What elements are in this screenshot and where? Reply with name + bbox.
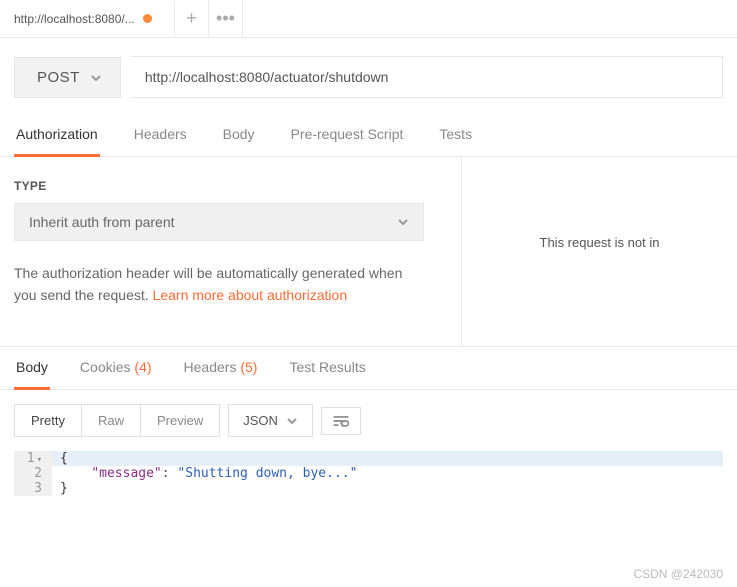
http-method-select[interactable]: POST [14, 57, 121, 98]
tab-authorization[interactable]: Authorization [14, 116, 100, 157]
raw-button[interactable]: Raw [81, 405, 140, 436]
code-value: "Shutting down, bye..." [177, 466, 357, 481]
view-mode-group: Pretty Raw Preview [14, 404, 220, 437]
resp-tab-cookies-label: Cookies [80, 359, 131, 375]
request-section-tabs: Authorization Headers Body Pre-request S… [0, 116, 737, 157]
auth-type-selected: Inherit auth from parent [29, 214, 175, 230]
tab-body[interactable]: Body [221, 116, 257, 157]
resp-tab-headers-label: Headers [184, 359, 237, 375]
tab-tests[interactable]: Tests [437, 116, 474, 157]
code-colon: : [162, 466, 178, 481]
code-brace-close: } [60, 481, 68, 496]
chevron-down-icon [90, 71, 102, 83]
wrap-icon [332, 414, 350, 428]
response-toolbar: Pretty Raw Preview JSON [0, 390, 737, 451]
resp-tab-cookies[interactable]: Cookies (4) [78, 347, 154, 390]
chevron-down-icon [286, 415, 298, 427]
resp-tab-body[interactable]: Body [14, 347, 50, 390]
auth-left-pane: TYPE Inherit auth from parent The author… [0, 157, 462, 346]
tab-options-button[interactable]: ••• [209, 0, 243, 37]
auth-type-label: TYPE [14, 179, 447, 193]
unsaved-dot-icon [143, 14, 152, 23]
cookies-count: (4) [134, 359, 151, 375]
code-brace-open: { [60, 451, 68, 466]
preview-button[interactable]: Preview [140, 405, 219, 436]
auth-panel: TYPE Inherit auth from parent The author… [0, 157, 737, 346]
request-tab-label: http://localhost:8080/... [14, 12, 135, 26]
auth-description: The authorization header will be automat… [14, 263, 424, 306]
format-select[interactable]: JSON [228, 404, 313, 437]
collection-hint: This request is not in [540, 235, 660, 250]
fold-icon[interactable]: ▾ [37, 455, 42, 465]
request-tab[interactable]: http://localhost:8080/... [0, 2, 175, 36]
auth-right-pane: This request is not in [462, 157, 737, 346]
watermark: CSDN @242030 [633, 567, 723, 581]
url-input[interactable] [131, 56, 723, 98]
response-body[interactable]: 1▾{ 2 "message": "Shutting down, bye..."… [14, 451, 723, 496]
auth-type-select[interactable]: Inherit auth from parent [14, 203, 424, 241]
tab-bar: http://localhost:8080/... + ••• [0, 0, 737, 38]
chevron-down-icon [397, 216, 409, 228]
http-method-label: POST [37, 69, 80, 86]
code-key: "message" [91, 466, 161, 481]
request-row: POST [0, 38, 737, 116]
format-label: JSON [243, 413, 278, 428]
code-indent [60, 466, 91, 481]
pretty-button[interactable]: Pretty [15, 405, 81, 436]
learn-more-link[interactable]: Learn more about authorization [153, 287, 348, 303]
headers-count: (5) [240, 359, 257, 375]
resp-tab-headers[interactable]: Headers (5) [182, 347, 260, 390]
tab-prerequest[interactable]: Pre-request Script [289, 116, 406, 157]
resp-tab-testresults[interactable]: Test Results [287, 347, 367, 390]
wrap-lines-button[interactable] [321, 407, 361, 435]
new-tab-button[interactable]: + [175, 0, 209, 37]
response-tabs: Body Cookies (4) Headers (5) Test Result… [0, 346, 737, 390]
tab-headers[interactable]: Headers [132, 116, 189, 157]
